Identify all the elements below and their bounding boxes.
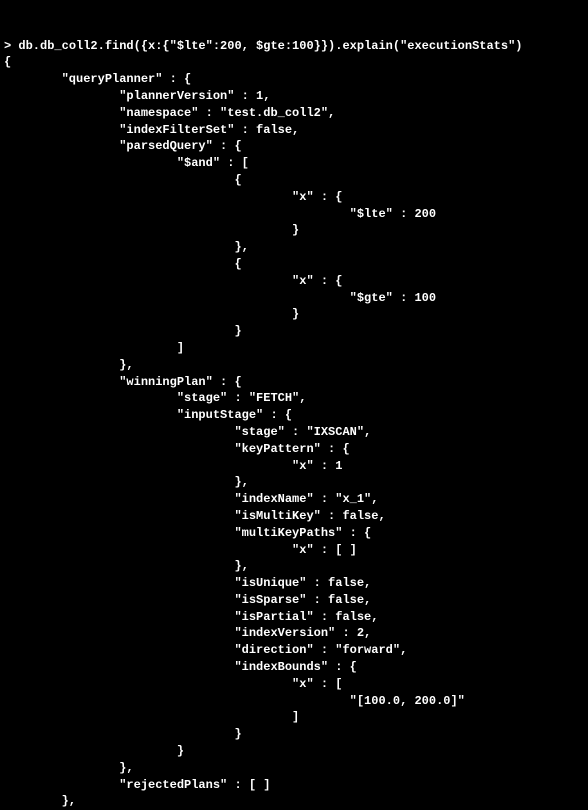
and-item1-x-open: "x" : { <box>292 274 342 288</box>
and-item0-close: }, <box>234 240 248 254</box>
plannerVersion: "plannerVersion" : 1, <box>119 89 270 103</box>
multiKeyPaths-x: "x" : [ ] <box>292 543 357 557</box>
queryPlanner-close: }, <box>62 794 76 808</box>
isUnique: "isUnique" : false, <box>234 576 371 590</box>
indexBounds-x-close: ] <box>292 710 299 724</box>
rejectedPlans: "rejectedPlans" : [ ] <box>119 778 270 792</box>
and-item1-gte: "$gte" : 100 <box>350 291 436 305</box>
and-open: "$and" : [ <box>177 156 249 170</box>
json-open: { <box>4 55 11 69</box>
inputStage-open: "inputStage" : { <box>177 408 292 422</box>
isMultiKey: "isMultiKey" : false, <box>234 509 385 523</box>
is-stage: "stage" : "IXSCAN", <box>234 425 371 439</box>
winningPlan-close: }, <box>119 761 133 775</box>
indexVersion: "indexVersion" : 2, <box>234 626 371 640</box>
command-text: db.db_coll2.find({x:{"$lte":200, $gte:10… <box>18 39 522 53</box>
indexBounds-close: } <box>234 727 241 741</box>
indexBounds-x-open: "x" : [ <box>292 677 342 691</box>
isPartial: "isPartial" : false, <box>234 610 378 624</box>
and-item1-open: { <box>234 257 241 271</box>
and-item1-x-close: } <box>292 307 299 321</box>
and-close: ] <box>177 341 184 355</box>
multiKeyPaths-close: }, <box>234 559 248 573</box>
queryPlanner-key: "queryPlanner" : { <box>62 72 192 86</box>
wp-stage: "stage" : "FETCH", <box>177 391 307 405</box>
indexBounds-open: "indexBounds" : { <box>234 660 356 674</box>
parsedQuery-close: }, <box>119 358 133 372</box>
multiKeyPaths-open: "multiKeyPaths" : { <box>234 526 371 540</box>
and-item0-x-open: "x" : { <box>292 190 342 204</box>
and-item0-lte: "$lte" : 200 <box>350 207 436 221</box>
keyPattern-close: }, <box>234 475 248 489</box>
indexBounds-value: "[100.0, 200.0]" <box>350 694 465 708</box>
and-item1-close: } <box>234 324 241 338</box>
keyPattern-x: "x" : 1 <box>292 459 342 473</box>
and-item0-open: { <box>234 173 241 187</box>
winningPlan-open: "winningPlan" : { <box>119 375 241 389</box>
inputStage-close: } <box>177 744 184 758</box>
indexName: "indexName" : "x_1", <box>234 492 378 506</box>
isSparse: "isSparse" : false, <box>234 593 371 607</box>
and-item0-x-close: } <box>292 223 299 237</box>
namespace: "namespace" : "test.db_coll2", <box>119 106 335 120</box>
direction: "direction" : "forward", <box>234 643 407 657</box>
indexFilterSet: "indexFilterSet" : false, <box>119 123 299 137</box>
parsedQuery-open: "parsedQuery" : { <box>119 139 241 153</box>
keyPattern-open: "keyPattern" : { <box>234 442 349 456</box>
shell-prompt: > <box>4 39 11 53</box>
